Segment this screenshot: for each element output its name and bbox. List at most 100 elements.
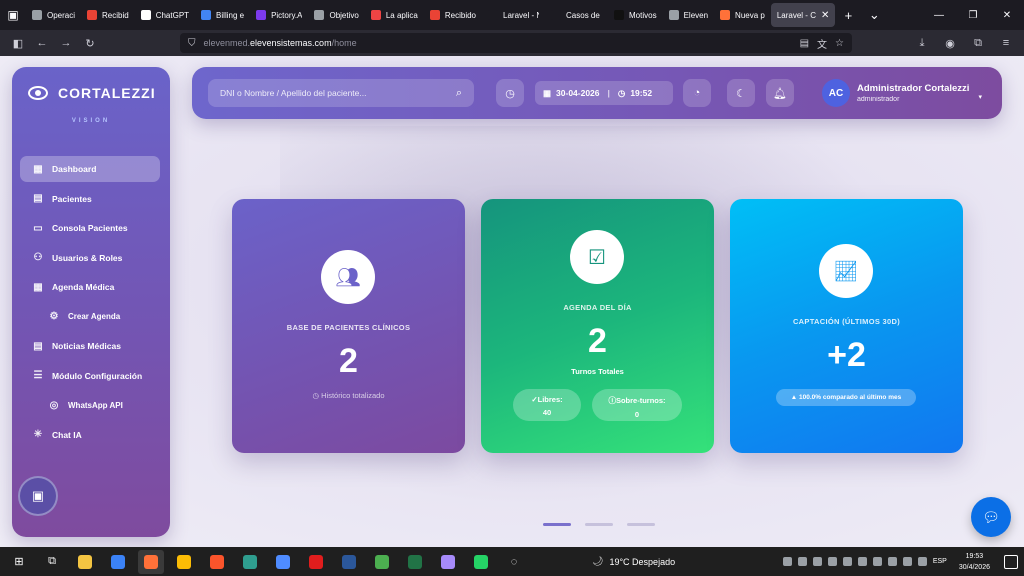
tray-icon[interactable] bbox=[857, 557, 867, 566]
tray-icon[interactable] bbox=[842, 557, 852, 566]
monitor-icon: ▭ bbox=[33, 222, 43, 234]
tab[interactable]: ChatGPT bbox=[135, 3, 195, 27]
tab[interactable]: Pictory.A bbox=[250, 3, 308, 27]
excel-icon[interactable] bbox=[402, 550, 428, 574]
sidebar-toggle-icon[interactable]: ◧ bbox=[6, 32, 30, 54]
tab[interactable]: Eleven bbox=[663, 3, 714, 27]
app-a-icon[interactable] bbox=[270, 550, 296, 574]
tray-icon[interactable] bbox=[887, 557, 897, 566]
whatsapp-icon[interactable] bbox=[468, 550, 494, 574]
sidebar-item-noticias-m-dicas[interactable]: ▤ Noticias Médicas bbox=[20, 333, 160, 359]
tab[interactable]: Laravel - No bbox=[482, 3, 545, 27]
sidebar-item-chat-ia[interactable]: ✳ Chat IA bbox=[20, 422, 160, 448]
tray-icon[interactable] bbox=[812, 557, 822, 566]
sidebar-item-dashboard[interactable]: ▦ Dashboard bbox=[20, 156, 160, 182]
carousel-dot[interactable] bbox=[585, 523, 613, 526]
tray-icon[interactable] bbox=[827, 557, 837, 566]
sidebar-item-usuarios-roles[interactable]: ⚇ Usuarios & Roles bbox=[20, 245, 160, 271]
carousel-indicators bbox=[543, 523, 655, 526]
task-view-icon[interactable]: ⧉ bbox=[39, 550, 65, 574]
start-icon[interactable]: ⊞ bbox=[6, 550, 32, 574]
tray-icon[interactable] bbox=[797, 557, 807, 566]
sidebar-item-whatsapp-api[interactable]: ◎ WhatsApp API bbox=[20, 392, 160, 418]
clock-button[interactable]: ◔ bbox=[683, 79, 711, 107]
tab-list-icon[interactable]: ▣ bbox=[0, 0, 26, 30]
reader-view-icon[interactable]: ▤ bbox=[800, 38, 809, 49]
chat-button[interactable]: 💬︎ bbox=[971, 497, 1011, 537]
carousel-dot[interactable] bbox=[543, 523, 571, 526]
sidebar: CORTALEZZI VISION ▦ Dashboard ▤ Pacientes ▭ C… bbox=[12, 67, 170, 537]
firefox-icon[interactable] bbox=[138, 549, 164, 574]
carousel-dot[interactable] bbox=[627, 523, 655, 526]
theme-toggle-button[interactable]: ☾ bbox=[727, 79, 755, 107]
history-icon: ◷ bbox=[312, 391, 322, 400]
history-button[interactable]: ◷ bbox=[496, 79, 524, 107]
sync-icon[interactable]: ◌ bbox=[501, 550, 527, 574]
tab[interactable]: Motivos bbox=[608, 3, 663, 27]
tab-favicon-icon bbox=[370, 10, 381, 20]
sidebar-item-pacientes[interactable]: ▤ Pacientes bbox=[20, 186, 160, 212]
url-bar[interactable]: ⛉ elevenmed.elevensistemas.com/home ▤ 文 … bbox=[180, 33, 852, 53]
mail-icon[interactable] bbox=[237, 550, 263, 574]
notifications-button[interactable]: 🔔︎ bbox=[766, 79, 794, 107]
reload-icon[interactable]: ↻ bbox=[78, 32, 102, 54]
language-indicator[interactable]: ESP bbox=[933, 558, 947, 565]
user-menu[interactable]: AC Administrador Cortalezzi administrado… bbox=[822, 79, 982, 107]
store-icon[interactable] bbox=[105, 550, 131, 574]
restore-icon[interactable]: ❐ bbox=[956, 10, 990, 21]
acrobat-icon[interactable] bbox=[303, 550, 329, 574]
caret-down-icon: ▾ bbox=[978, 94, 982, 101]
clock[interactable]: 19:53 30/4/2026 bbox=[959, 551, 990, 573]
url-text[interactable]: elevenmed.elevensistemas.com/home bbox=[204, 38, 792, 48]
user-info: Administrador Cortalezzi administrador bbox=[857, 83, 969, 103]
tab[interactable]: Recibid bbox=[81, 3, 135, 27]
file-explorer-icon[interactable] bbox=[72, 550, 98, 574]
tab-favicon-icon bbox=[314, 10, 325, 20]
sidebar-item-m-dulo-configuraci-n[interactable]: ☰ Módulo Configuración bbox=[20, 363, 160, 389]
clock-icon: ◔ bbox=[693, 87, 701, 99]
bookmark-star-icon[interactable]: ☆ bbox=[835, 38, 844, 49]
tab[interactable]: Objetivo bbox=[308, 3, 364, 27]
date-time-display: ▦ 30-04-2026 | ◷ 19:52 bbox=[535, 81, 673, 105]
tab[interactable]: La aplica bbox=[365, 3, 424, 27]
tray-icon[interactable] bbox=[917, 557, 927, 566]
tab[interactable]: Nueva p bbox=[714, 3, 771, 27]
weather-widget[interactable]: 🌙︎ 19°C Despejado bbox=[592, 556, 675, 567]
search-icon[interactable]: ⌕ bbox=[456, 87, 462, 100]
menu-icon[interactable]: ≡ bbox=[994, 32, 1018, 54]
download-icon[interactable]: ⤓ bbox=[910, 32, 934, 54]
notepad-icon[interactable] bbox=[369, 550, 395, 574]
tab-favicon-icon bbox=[429, 10, 440, 20]
site-info-icon[interactable]: ⛉ bbox=[188, 38, 196, 49]
tray-icon[interactable] bbox=[872, 557, 882, 566]
close-tab-icon[interactable]: ✕ bbox=[821, 10, 829, 21]
back-icon[interactable]: ← bbox=[30, 32, 54, 54]
sidebar-item-agenda-m-dica[interactable]: ▦ Agenda Médica bbox=[20, 274, 160, 300]
tab[interactable]: Recibido bbox=[424, 3, 482, 27]
chevron-down-icon[interactable]: ⌄ bbox=[861, 7, 887, 23]
new-tab-button[interactable]: + bbox=[835, 8, 861, 23]
account-icon[interactable]: ◉ bbox=[938, 32, 962, 54]
robot-assistant-button[interactable]: ▣ bbox=[18, 476, 58, 516]
brave-icon[interactable] bbox=[204, 550, 230, 574]
card-note: ◷ Histórico totalizado bbox=[232, 391, 465, 400]
tab[interactable]: Operaci bbox=[26, 3, 81, 27]
close-window-icon[interactable]: ✕ bbox=[990, 10, 1024, 21]
forward-icon[interactable]: → bbox=[54, 32, 78, 54]
chrome-icon[interactable] bbox=[171, 550, 197, 574]
search-input[interactable] bbox=[220, 88, 456, 98]
tray-icon[interactable] bbox=[782, 557, 792, 566]
tab-active[interactable]: Laravel - C ✕ bbox=[770, 3, 836, 27]
notification-icon[interactable] bbox=[1004, 554, 1018, 569]
word-icon[interactable] bbox=[336, 550, 362, 574]
minimize-icon[interactable]: — bbox=[922, 10, 956, 21]
sidebar-item-consola-pacientes[interactable]: ▭ Consola Pacientes bbox=[20, 215, 160, 241]
tray-icon[interactable] bbox=[902, 557, 912, 566]
sidebar-item-crear-agenda[interactable]: ⚙ Crear Agenda bbox=[20, 304, 160, 330]
current-date: 30-04-2026 bbox=[556, 88, 600, 98]
translate-icon[interactable]: 文 bbox=[817, 36, 827, 51]
tab[interactable]: Casos de Éxi bbox=[545, 3, 608, 27]
tab[interactable]: Billing e bbox=[195, 3, 250, 27]
app-icon[interactable] bbox=[435, 550, 461, 574]
extensions-icon[interactable]: ⧉ bbox=[966, 32, 990, 54]
